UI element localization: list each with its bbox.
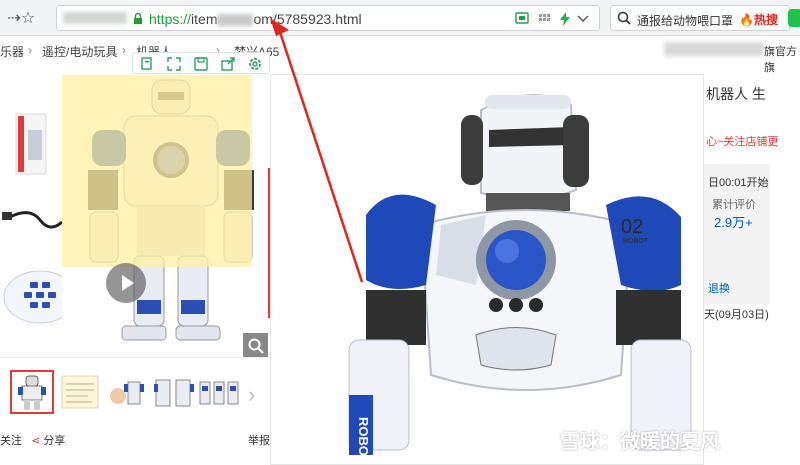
watermark: 雪球：微暖的夏风: [560, 431, 720, 453]
annotation-arrow: [270, 18, 364, 283]
